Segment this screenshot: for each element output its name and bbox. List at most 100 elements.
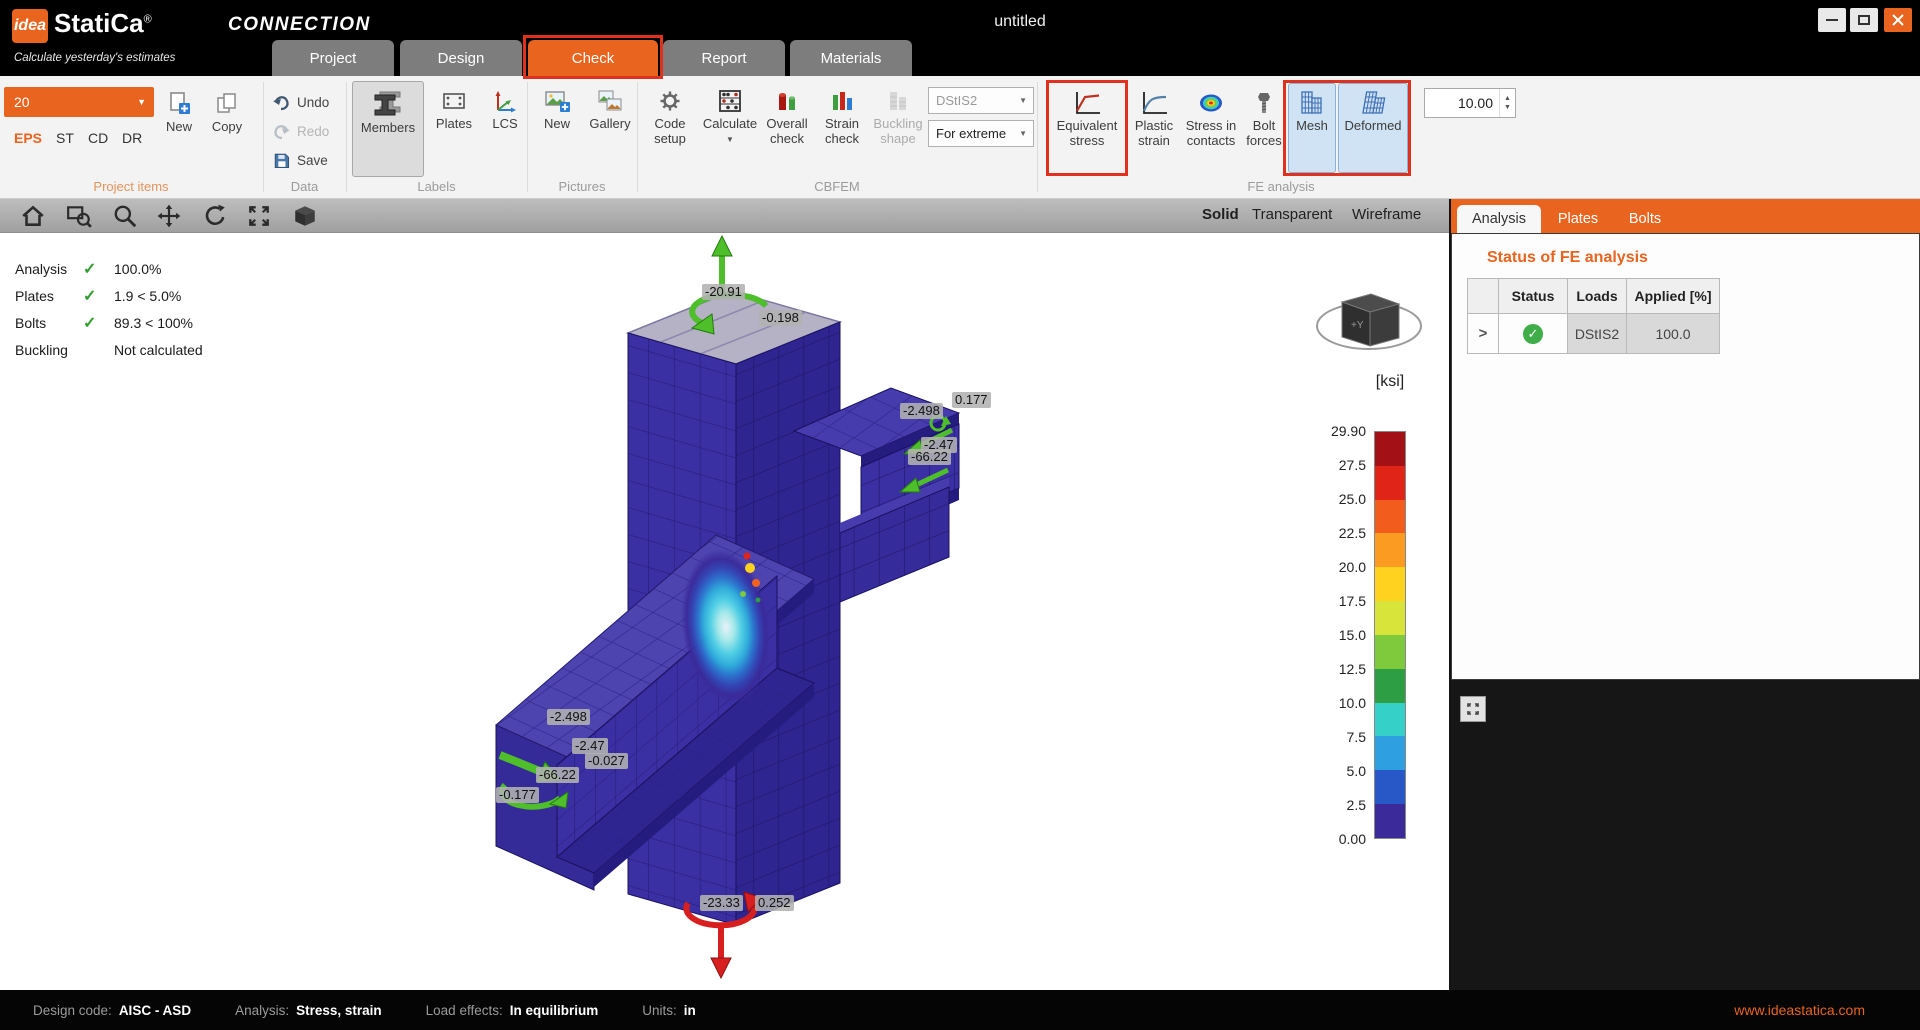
panel-expand-button[interactable] <box>1460 696 1486 722</box>
load-label: -0.027 <box>585 753 628 769</box>
deformation-scale-spinner[interactable]: 10.00 ▲ ▼ <box>1424 88 1516 118</box>
results-panel-header: Analysis Plates Bolts <box>1451 199 1920 233</box>
undo-button[interactable]: Undo <box>272 90 329 114</box>
toggle-st[interactable]: ST <box>56 130 74 146</box>
bolt-forces-button[interactable]: Bolt forces <box>1242 83 1286 173</box>
tab-design[interactable]: Design <box>400 40 522 76</box>
document-title: untitled <box>900 13 1140 31</box>
tab-plates[interactable]: Plates <box>1545 205 1611 233</box>
tab-materials[interactable]: Materials <box>790 40 912 76</box>
buckling-shape-button[interactable]: Buckling shape <box>870 81 926 177</box>
deformed-mesh-icon <box>1358 90 1388 116</box>
ribbon-separator <box>346 82 347 192</box>
load-case-dropdown[interactable]: DStIS2 ▼ <box>928 87 1034 114</box>
analysis-type-item: Analysis: Stress, strain <box>235 1003 382 1018</box>
overall-check-button[interactable]: Overall check <box>760 81 814 177</box>
viewport-canvas[interactable]: +Y Analysis ✓ 100.0% Plates ✓ 1.9 < 5.0%… <box>0 233 1449 990</box>
new-project-item-button[interactable]: New <box>156 84 202 152</box>
logo-text-idea: idea <box>14 17 46 35</box>
gear-icon <box>657 88 683 114</box>
section-label-pictures: Pictures <box>527 179 637 194</box>
toggle-cd[interactable]: CD <box>88 130 108 146</box>
plastic-strain-button[interactable]: Plastic strain <box>1128 83 1180 173</box>
gallery-button[interactable]: Gallery <box>584 81 636 177</box>
load-label: -2.498 <box>547 709 590 725</box>
equivalent-stress-button[interactable]: Equivalent stress <box>1052 83 1122 173</box>
legend-unit: [ksi] <box>1340 373 1440 391</box>
toggle-dr[interactable]: DR <box>122 130 142 146</box>
logo-tagline: Calculate yesterday's estimates <box>14 52 175 64</box>
contact-stress-icon <box>1198 90 1224 116</box>
lcs-labels-button[interactable]: LCS <box>483 81 527 177</box>
ribbon-separator <box>527 82 528 192</box>
close-button[interactable] <box>1884 8 1912 32</box>
rotate-icon[interactable] <box>202 203 228 229</box>
check-icon: ✓ <box>83 259 114 279</box>
result-row-analysis: Analysis ✓ 100.0% <box>15 258 161 280</box>
deformed-button[interactable]: Deformed <box>1338 83 1408 173</box>
tab-analysis[interactable]: Analysis <box>1457 205 1541 233</box>
mesh-button[interactable]: Mesh <box>1288 83 1336 173</box>
spin-down-icon[interactable]: ▼ <box>1504 103 1511 112</box>
stress-in-contacts-button[interactable]: Stress in contacts <box>1182 83 1240 173</box>
buckling-icon <box>885 88 911 114</box>
save-button[interactable]: Save <box>272 148 328 172</box>
col-status: Status <box>1499 278 1568 314</box>
orientation-cube[interactable]: +Y <box>1317 294 1421 349</box>
strain-check-button[interactable]: Strain check <box>816 81 868 177</box>
load-label: -0.177 <box>496 787 539 803</box>
plates-labels-button[interactable]: Plates <box>428 81 480 177</box>
zoom-window-icon[interactable] <box>66 203 92 229</box>
legend-segment <box>1375 432 1405 466</box>
reaction-label: -23.33 <box>700 895 743 911</box>
ribbon-separator <box>263 82 264 192</box>
load-label: 0.177 <box>952 392 991 408</box>
results-panel: Analysis Plates Bolts Status of FE analy… <box>1451 199 1920 990</box>
calculate-button[interactable]: Calculate ▼ <box>702 81 758 177</box>
load-label: -66.22 <box>536 767 579 783</box>
view-mode-solid[interactable]: Solid <box>1202 206 1239 223</box>
website-link[interactable]: www.ideastatica.com <box>1734 990 1865 1030</box>
axes-icon <box>492 88 518 114</box>
extreme-dropdown[interactable]: For extreme ▼ <box>928 120 1034 147</box>
spin-up-icon[interactable]: ▲ <box>1504 94 1511 103</box>
fe-model-scene[interactable]: +Y <box>0 233 1449 990</box>
pan-icon[interactable] <box>156 203 182 229</box>
solid-box-icon[interactable] <box>292 203 318 229</box>
maximize-button[interactable] <box>1850 8 1878 32</box>
redo-icon <box>272 122 291 141</box>
redo-button[interactable]: Redo <box>272 119 329 143</box>
calculate-dropdown-arrow-icon[interactable]: ▼ <box>726 135 734 144</box>
ribbon-separator <box>637 82 638 192</box>
abacus-icon <box>717 88 743 114</box>
result-row-plates: Plates ✓ 1.9 < 5.0% <box>15 285 181 307</box>
fe-status-table: Status Loads Applied [%] > ✓ DStIS2 100.… <box>1467 278 1720 354</box>
strain-check-icon <box>829 88 855 114</box>
zoom-icon[interactable] <box>112 203 138 229</box>
table-row-expand[interactable]: > <box>1467 314 1499 354</box>
legend-tick-labels: 29.90 27.5 25.0 22.5 20.0 17.5 15.0 12.5… <box>1280 423 1366 847</box>
members-labels-button[interactable]: Members <box>352 81 424 177</box>
copy-project-item-button[interactable]: Copy <box>204 84 250 152</box>
legend-segment <box>1375 669 1405 703</box>
overall-check-icon <box>774 88 800 114</box>
toggle-eps[interactable]: EPS <box>14 130 42 146</box>
tab-bolts[interactable]: Bolts <box>1615 205 1675 233</box>
new-picture-button[interactable]: New <box>533 81 581 177</box>
minimize-button[interactable] <box>1818 8 1846 32</box>
tab-project[interactable]: Project <box>272 40 394 76</box>
home-view-icon[interactable] <box>20 203 46 229</box>
code-setup-button[interactable]: Code setup <box>641 81 699 177</box>
app-window: idea StatiCa® Calculate yesterday's esti… <box>0 0 1920 1030</box>
legend-segment <box>1375 567 1405 601</box>
legend-segment <box>1375 635 1405 669</box>
tab-check[interactable]: Check <box>528 40 658 76</box>
project-item-selector[interactable]: 20 ▼ <box>4 87 154 117</box>
strain-curve-icon <box>1140 90 1168 116</box>
expand-arrows-icon <box>1466 702 1480 716</box>
tab-report[interactable]: Report <box>663 40 785 76</box>
zoom-fit-icon[interactable] <box>246 203 272 229</box>
legend-segment <box>1375 770 1405 804</box>
view-mode-transparent[interactable]: Transparent <box>1252 206 1332 223</box>
view-mode-wireframe[interactable]: Wireframe <box>1352 206 1421 223</box>
